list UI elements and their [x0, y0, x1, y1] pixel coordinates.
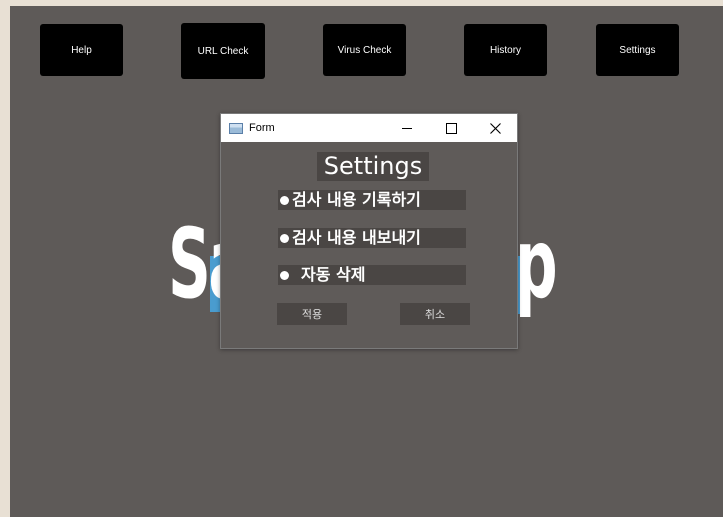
option-label: 검사 내용 기록하기	[292, 190, 421, 209]
close-icon	[489, 122, 501, 134]
history-button[interactable]: History	[464, 24, 547, 76]
bullet-icon	[280, 195, 289, 205]
help-button[interactable]: Help	[40, 24, 123, 76]
settings-dialog: Form Settings 검사 내용 기록하기 검사 내용 내보내기 자동 삭…	[220, 113, 518, 349]
maximize-icon	[445, 122, 457, 134]
url-check-button[interactable]: URL Check	[181, 23, 265, 79]
window-icon	[229, 122, 243, 134]
hero-logo-right: p	[515, 208, 558, 320]
minimize-button[interactable]	[385, 114, 429, 142]
virus-check-button[interactable]: Virus Check	[323, 24, 406, 76]
settings-button[interactable]: Settings	[596, 24, 679, 76]
minimize-icon	[402, 127, 412, 129]
window-title: Form	[249, 122, 275, 134]
maximize-button[interactable]	[429, 114, 473, 142]
dialog-heading: Settings	[317, 152, 429, 181]
option-record-scan[interactable]: 검사 내용 기록하기	[278, 190, 466, 210]
bullet-icon	[280, 233, 289, 243]
dialog-titlebar[interactable]: Form	[221, 114, 517, 142]
apply-button[interactable]: 적용	[277, 303, 347, 325]
cancel-button[interactable]: 취소	[400, 303, 470, 325]
option-auto-delete[interactable]: 자동 삭제	[278, 265, 466, 285]
option-label: 자동 삭제	[301, 265, 366, 284]
bullet-icon	[280, 270, 289, 280]
option-label: 검사 내용 내보내기	[292, 228, 421, 247]
option-export-scan[interactable]: 검사 내용 내보내기	[278, 228, 466, 248]
close-button[interactable]	[473, 114, 517, 142]
